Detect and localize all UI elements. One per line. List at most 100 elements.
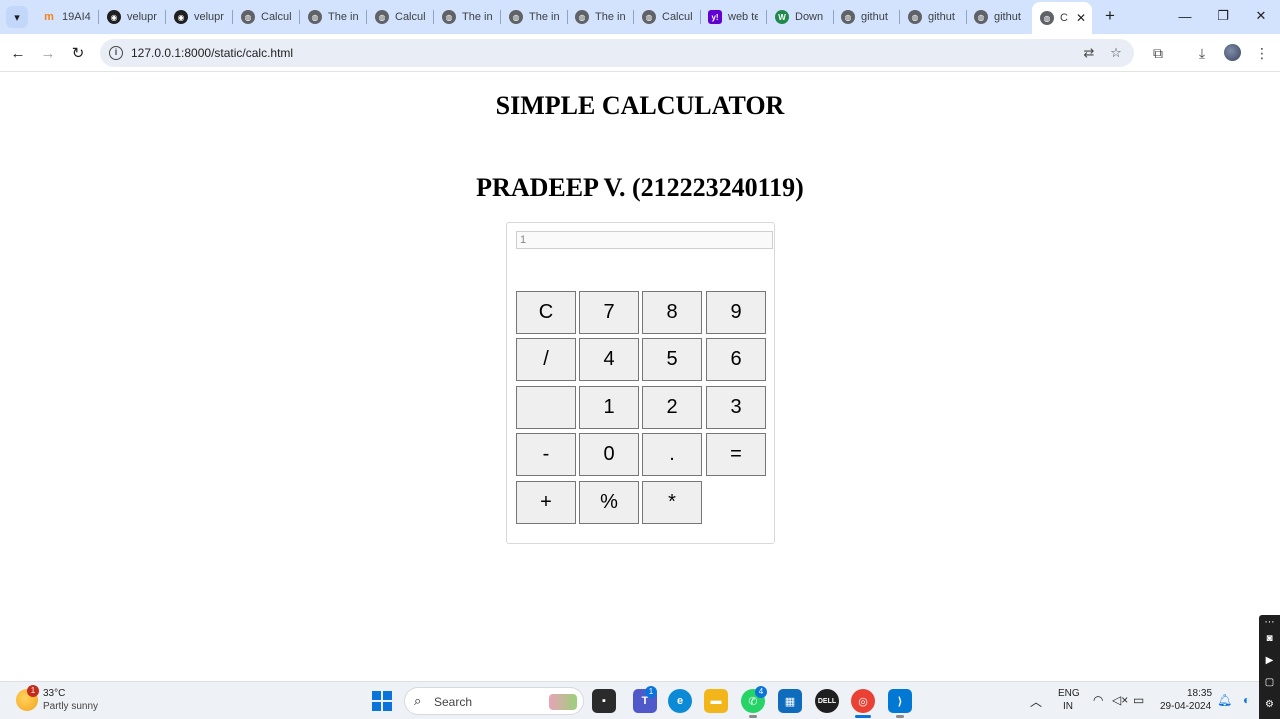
notification-bell-icon[interactable]: 🔔︎ (1217, 693, 1232, 707)
chevron-up-icon[interactable]: ︿ (1030, 693, 1042, 710)
globe-icon: ◍ (442, 10, 456, 24)
tab-5[interactable]: ◍ Calcul (367, 4, 433, 30)
key-3[interactable]: 3 (706, 386, 766, 429)
key-5[interactable]: 5 (642, 338, 702, 381)
dell-icon[interactable]: DELL (815, 689, 839, 713)
close-icon: ✕ (1255, 8, 1267, 23)
language-indicator[interactable]: ENG (1058, 688, 1080, 699)
key-4[interactable]: 4 (579, 338, 639, 381)
weather-temperature[interactable]: 33°C (43, 688, 65, 699)
calculator-display[interactable]: 1 (516, 231, 773, 249)
start-button[interactable] (372, 691, 392, 711)
region-indicator[interactable]: IN (1063, 701, 1073, 712)
tab-10[interactable]: y! web te (700, 4, 766, 30)
clock-date[interactable]: 29-04-2024 (1160, 701, 1211, 712)
close-window-button[interactable]: ✕ (1246, 6, 1276, 26)
globe-icon: ◍ (642, 10, 656, 24)
key-equals[interactable]: = (706, 433, 766, 476)
new-tab-button[interactable]: + (1100, 6, 1120, 26)
globe-icon: ◍ (841, 10, 855, 24)
address-bar[interactable]: i 127.0.0.1:8000/static/calc.html ⇄ ☆ (100, 39, 1134, 67)
more-icon[interactable]: ⋯ (1262, 617, 1277, 631)
address-url[interactable]: 127.0.0.1:8000/static/calc.html (131, 46, 293, 60)
key-divide[interactable]: / (516, 338, 576, 381)
edge-icon[interactable]: e (668, 689, 692, 713)
key-9[interactable]: 9 (706, 291, 766, 334)
tab-14[interactable]: ◍ githut (966, 4, 1032, 30)
tab-title: 19AI4 (62, 11, 91, 23)
tab-2[interactable]: ◉ velupr (166, 4, 232, 30)
minimize-button[interactable]: — (1170, 6, 1200, 26)
back-button[interactable]: ← (7, 42, 29, 64)
tab-title: velupr (127, 11, 157, 23)
tab-title: The in (529, 11, 559, 23)
profile-avatar[interactable] (1224, 44, 1241, 61)
tab-12[interactable]: ◍ githut (833, 4, 899, 30)
floating-capture-toolbar: ⋯ ◙ ▶ ▢ ⚙ (1259, 615, 1280, 719)
volume-mute-icon[interactable]: ◁× (1112, 693, 1128, 707)
key-7[interactable]: 7 (579, 291, 639, 334)
camera-icon[interactable]: ◙ (1262, 633, 1277, 647)
reload-button[interactable]: ↻ (67, 42, 89, 64)
author-heading: PRADEEP V. (212223240119) (476, 173, 804, 202)
file-explorer-icon[interactable]: ▬ (704, 689, 728, 713)
close-tab-icon[interactable]: ✕ (1076, 11, 1086, 25)
key-8[interactable]: 8 (642, 291, 702, 334)
key-1[interactable]: 1 (579, 386, 639, 429)
settings-gear-icon[interactable]: ⚙ (1262, 699, 1277, 713)
chevron-down-icon: ▾ (14, 11, 20, 24)
weather-description[interactable]: Partly sunny (43, 701, 98, 712)
key-multiply[interactable]: * (642, 481, 702, 524)
tab-title: The in (595, 11, 625, 23)
wifi-icon[interactable]: ◠ (1093, 693, 1103, 707)
search-icon: ⌕ (414, 693, 422, 708)
tab-11[interactable]: W Down (767, 4, 833, 30)
github-icon: ◉ (107, 10, 121, 24)
extensions-icon[interactable]: ⧉ (1147, 42, 1169, 64)
tab-4[interactable]: ◍ The in (300, 4, 366, 30)
tab-title: Calcul (395, 11, 425, 23)
browser-toolbar: ← → ↻ i 127.0.0.1:8000/static/calc.html … (0, 34, 1280, 72)
key-plus[interactable]: + (516, 481, 576, 524)
tab-search-button[interactable]: ▾ (6, 6, 28, 28)
download-icon[interactable]: ⤓ (1191, 42, 1213, 64)
tab-active[interactable]: ◍ C ✕ (1032, 2, 1092, 34)
task-view-icon[interactable]: ▪ (592, 689, 616, 713)
video-icon[interactable]: ▶ (1262, 655, 1277, 669)
tab-3[interactable]: ◍ Calcul (233, 4, 299, 30)
copilot-icon[interactable]: ◐ (1243, 693, 1250, 707)
translate-icon[interactable]: ⇄ (1080, 44, 1098, 62)
app-running-indicator (749, 715, 757, 718)
chrome-icon[interactable]: ◎ (851, 689, 875, 713)
key-clear[interactable]: C (516, 291, 576, 334)
search-highlight-icon (549, 694, 577, 710)
key-6[interactable]: 6 (706, 338, 766, 381)
key-blank[interactable] (516, 386, 576, 429)
plus-icon: + (1105, 6, 1115, 25)
tab-1[interactable]: ◉ velupr (99, 4, 165, 30)
taskbar-search[interactable]: ⌕ Search (404, 687, 584, 715)
site-info-icon[interactable]: i (109, 46, 123, 60)
vscode-icon[interactable]: ⟩ (888, 689, 912, 713)
tab-title: C (1060, 12, 1068, 24)
tab-13[interactable]: ◍ githut (900, 4, 966, 30)
tab-9[interactable]: ◍ Calcul (634, 4, 700, 30)
clock-time[interactable]: 18:35 (1187, 688, 1212, 699)
key-decimal[interactable]: . (642, 433, 702, 476)
bookmark-star-icon[interactable]: ☆ (1107, 44, 1125, 62)
window-icon[interactable]: ▢ (1262, 677, 1277, 691)
key-percent[interactable]: % (579, 481, 639, 524)
tab-6[interactable]: ◍ The in (434, 4, 500, 30)
battery-icon[interactable]: ▭ (1133, 693, 1144, 707)
forward-button[interactable]: → (37, 42, 59, 64)
tab-7[interactable]: ◍ The in (501, 4, 567, 30)
tab-0[interactable]: m 19AI4 (34, 4, 98, 30)
tab-8[interactable]: ◍ The in (567, 4, 633, 30)
more-menu-icon[interactable]: ⋮ (1251, 42, 1273, 64)
key-minus[interactable]: - (516, 433, 576, 476)
maximize-button[interactable]: ❐ (1208, 6, 1238, 26)
teams-badge: 1 (645, 686, 657, 698)
store-icon[interactable]: ▦ (778, 689, 802, 713)
key-2[interactable]: 2 (642, 386, 702, 429)
key-0[interactable]: 0 (579, 433, 639, 476)
